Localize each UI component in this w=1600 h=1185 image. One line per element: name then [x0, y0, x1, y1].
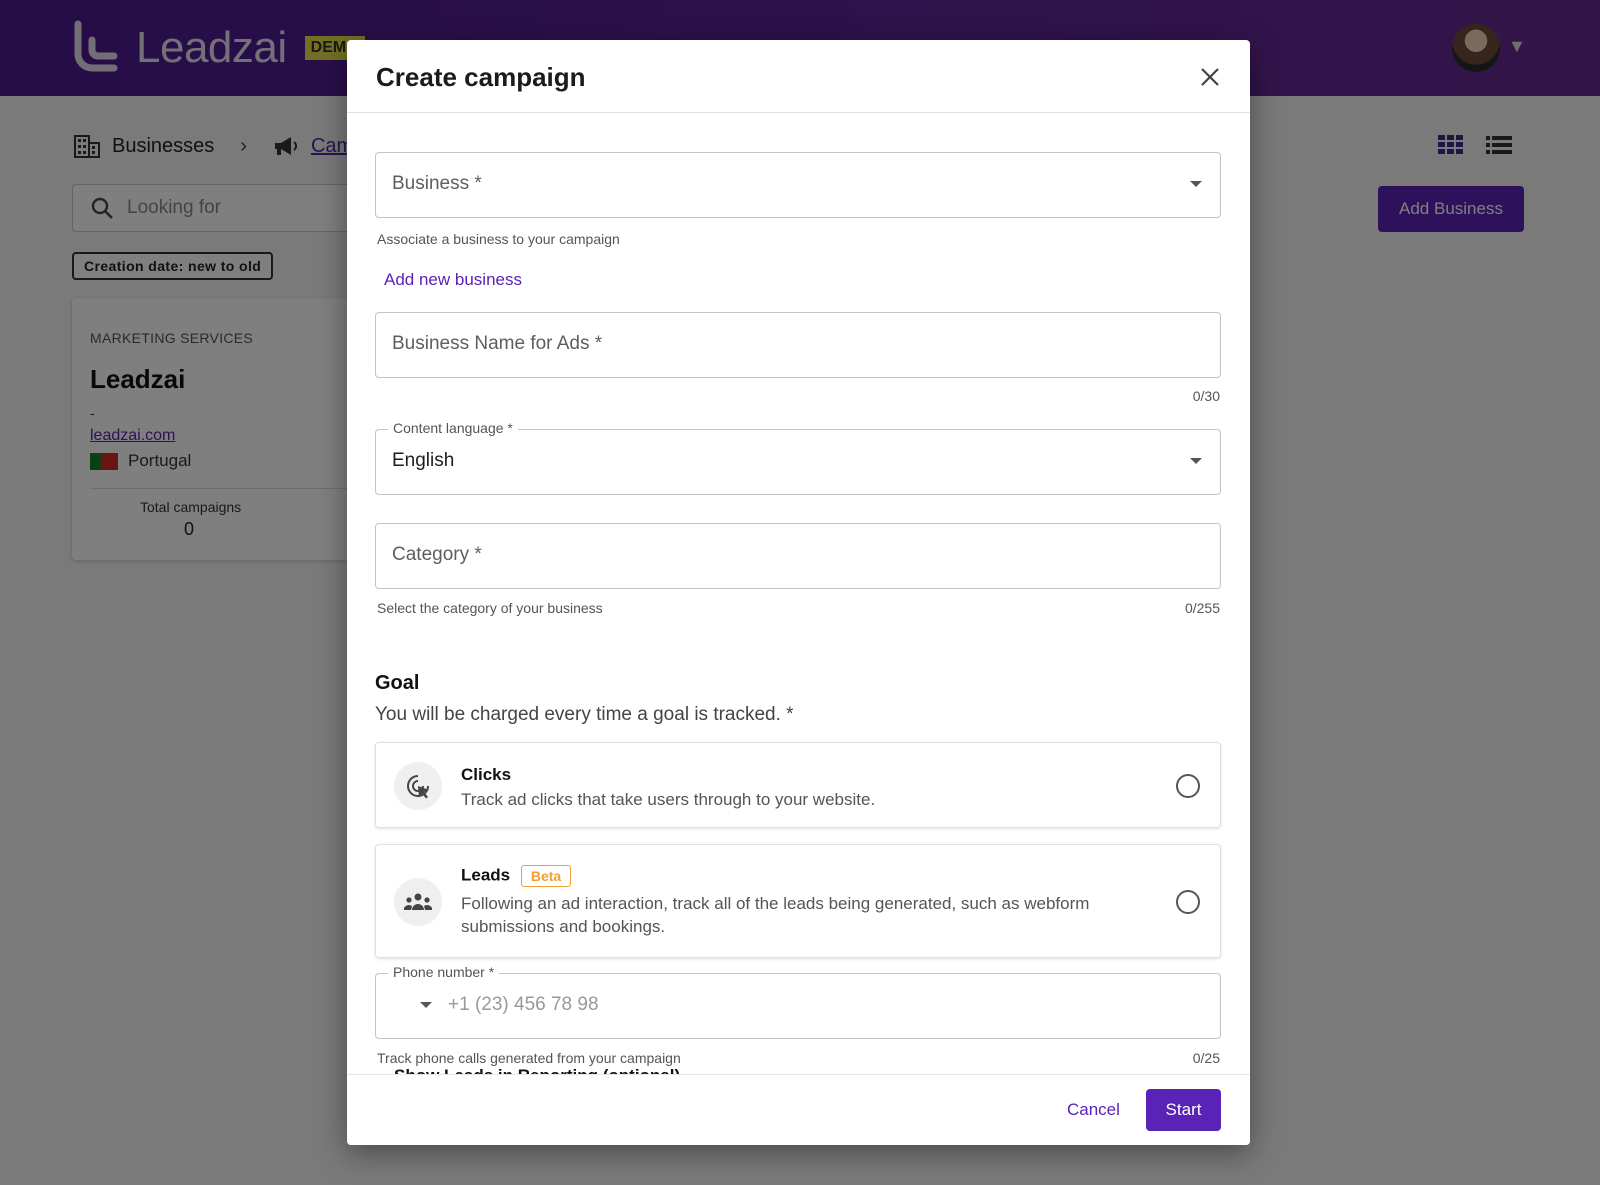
category-helper-text: Select the category of your business	[377, 600, 603, 616]
category-label: Category *	[392, 544, 482, 565]
dialog-body[interactable]: Business * Associate a business to your …	[347, 114, 1250, 1074]
content-language-select[interactable]: Content language * English	[375, 420, 1221, 495]
close-icon[interactable]	[1197, 64, 1223, 90]
phone-number-input[interactable]: Phone number * +1 (23) 456 78 98	[375, 964, 1221, 1039]
content-language-label: Content language *	[388, 420, 518, 436]
business-select-label: Business *	[392, 173, 482, 194]
dialog-footer: Cancel Start	[347, 1074, 1250, 1145]
goal-option-description: Track ad clicks that take users through …	[461, 790, 876, 809]
goal-subtitle: You will be charged every time a goal is…	[375, 704, 794, 725]
goal-option-name: Leads Beta	[461, 865, 572, 887]
show-leads-reporting-heading: Show Leads in Reporting (optional)	[394, 1066, 680, 1074]
cancel-button[interactable]: Cancel	[1055, 1089, 1132, 1131]
country-code-caret-icon[interactable]	[420, 1002, 432, 1008]
phone-helper-text: Track phone calls generated from your ca…	[377, 1050, 681, 1066]
dropdown-caret-icon	[1190, 181, 1202, 187]
phone-placeholder: +1 (23) 456 78 98	[448, 994, 599, 1015]
dialog-title: Create campaign	[376, 62, 586, 92]
content-language-value: English	[392, 450, 455, 471]
group-icon	[394, 878, 442, 926]
business-select[interactable]: Business *	[375, 152, 1221, 218]
goal-option-name: Clicks	[461, 765, 512, 784]
phone-counter: 0/25	[1192, 1050, 1220, 1066]
phone-number-label: Phone number *	[388, 964, 500, 980]
goal-option-description: Following an ad interaction, track all o…	[461, 894, 1090, 936]
start-button[interactable]: Start	[1146, 1089, 1221, 1131]
business-name-ads-input[interactable]: Business Name for Ads *	[375, 312, 1221, 378]
goal-title: Goal	[375, 672, 420, 694]
business-name-ads-label: Business Name for Ads *	[392, 333, 603, 354]
leads-radio[interactable]	[1176, 890, 1200, 914]
beta-badge: Beta	[520, 865, 572, 887]
cursor-click-icon	[394, 762, 442, 810]
category-input[interactable]: Category *	[375, 523, 1221, 589]
category-counter: 0/255	[1184, 600, 1220, 616]
business-name-ads-counter: 0/30	[1192, 388, 1220, 404]
business-helper-text: Associate a business to your campaign	[377, 231, 620, 247]
leads-name: Leads	[461, 865, 511, 885]
goal-option-clicks[interactable]: Clicks Track ad clicks that take users t…	[375, 742, 1221, 828]
create-campaign-dialog: Create campaign Business * Associate a b…	[347, 40, 1250, 1145]
dropdown-caret-icon	[1190, 458, 1202, 464]
dialog-header: Create campaign	[347, 40, 1250, 113]
add-new-business-link[interactable]: Add new business	[384, 270, 522, 290]
goal-option-leads[interactable]: Leads Beta Following an ad interaction, …	[375, 844, 1221, 958]
clicks-radio[interactable]	[1176, 774, 1200, 798]
